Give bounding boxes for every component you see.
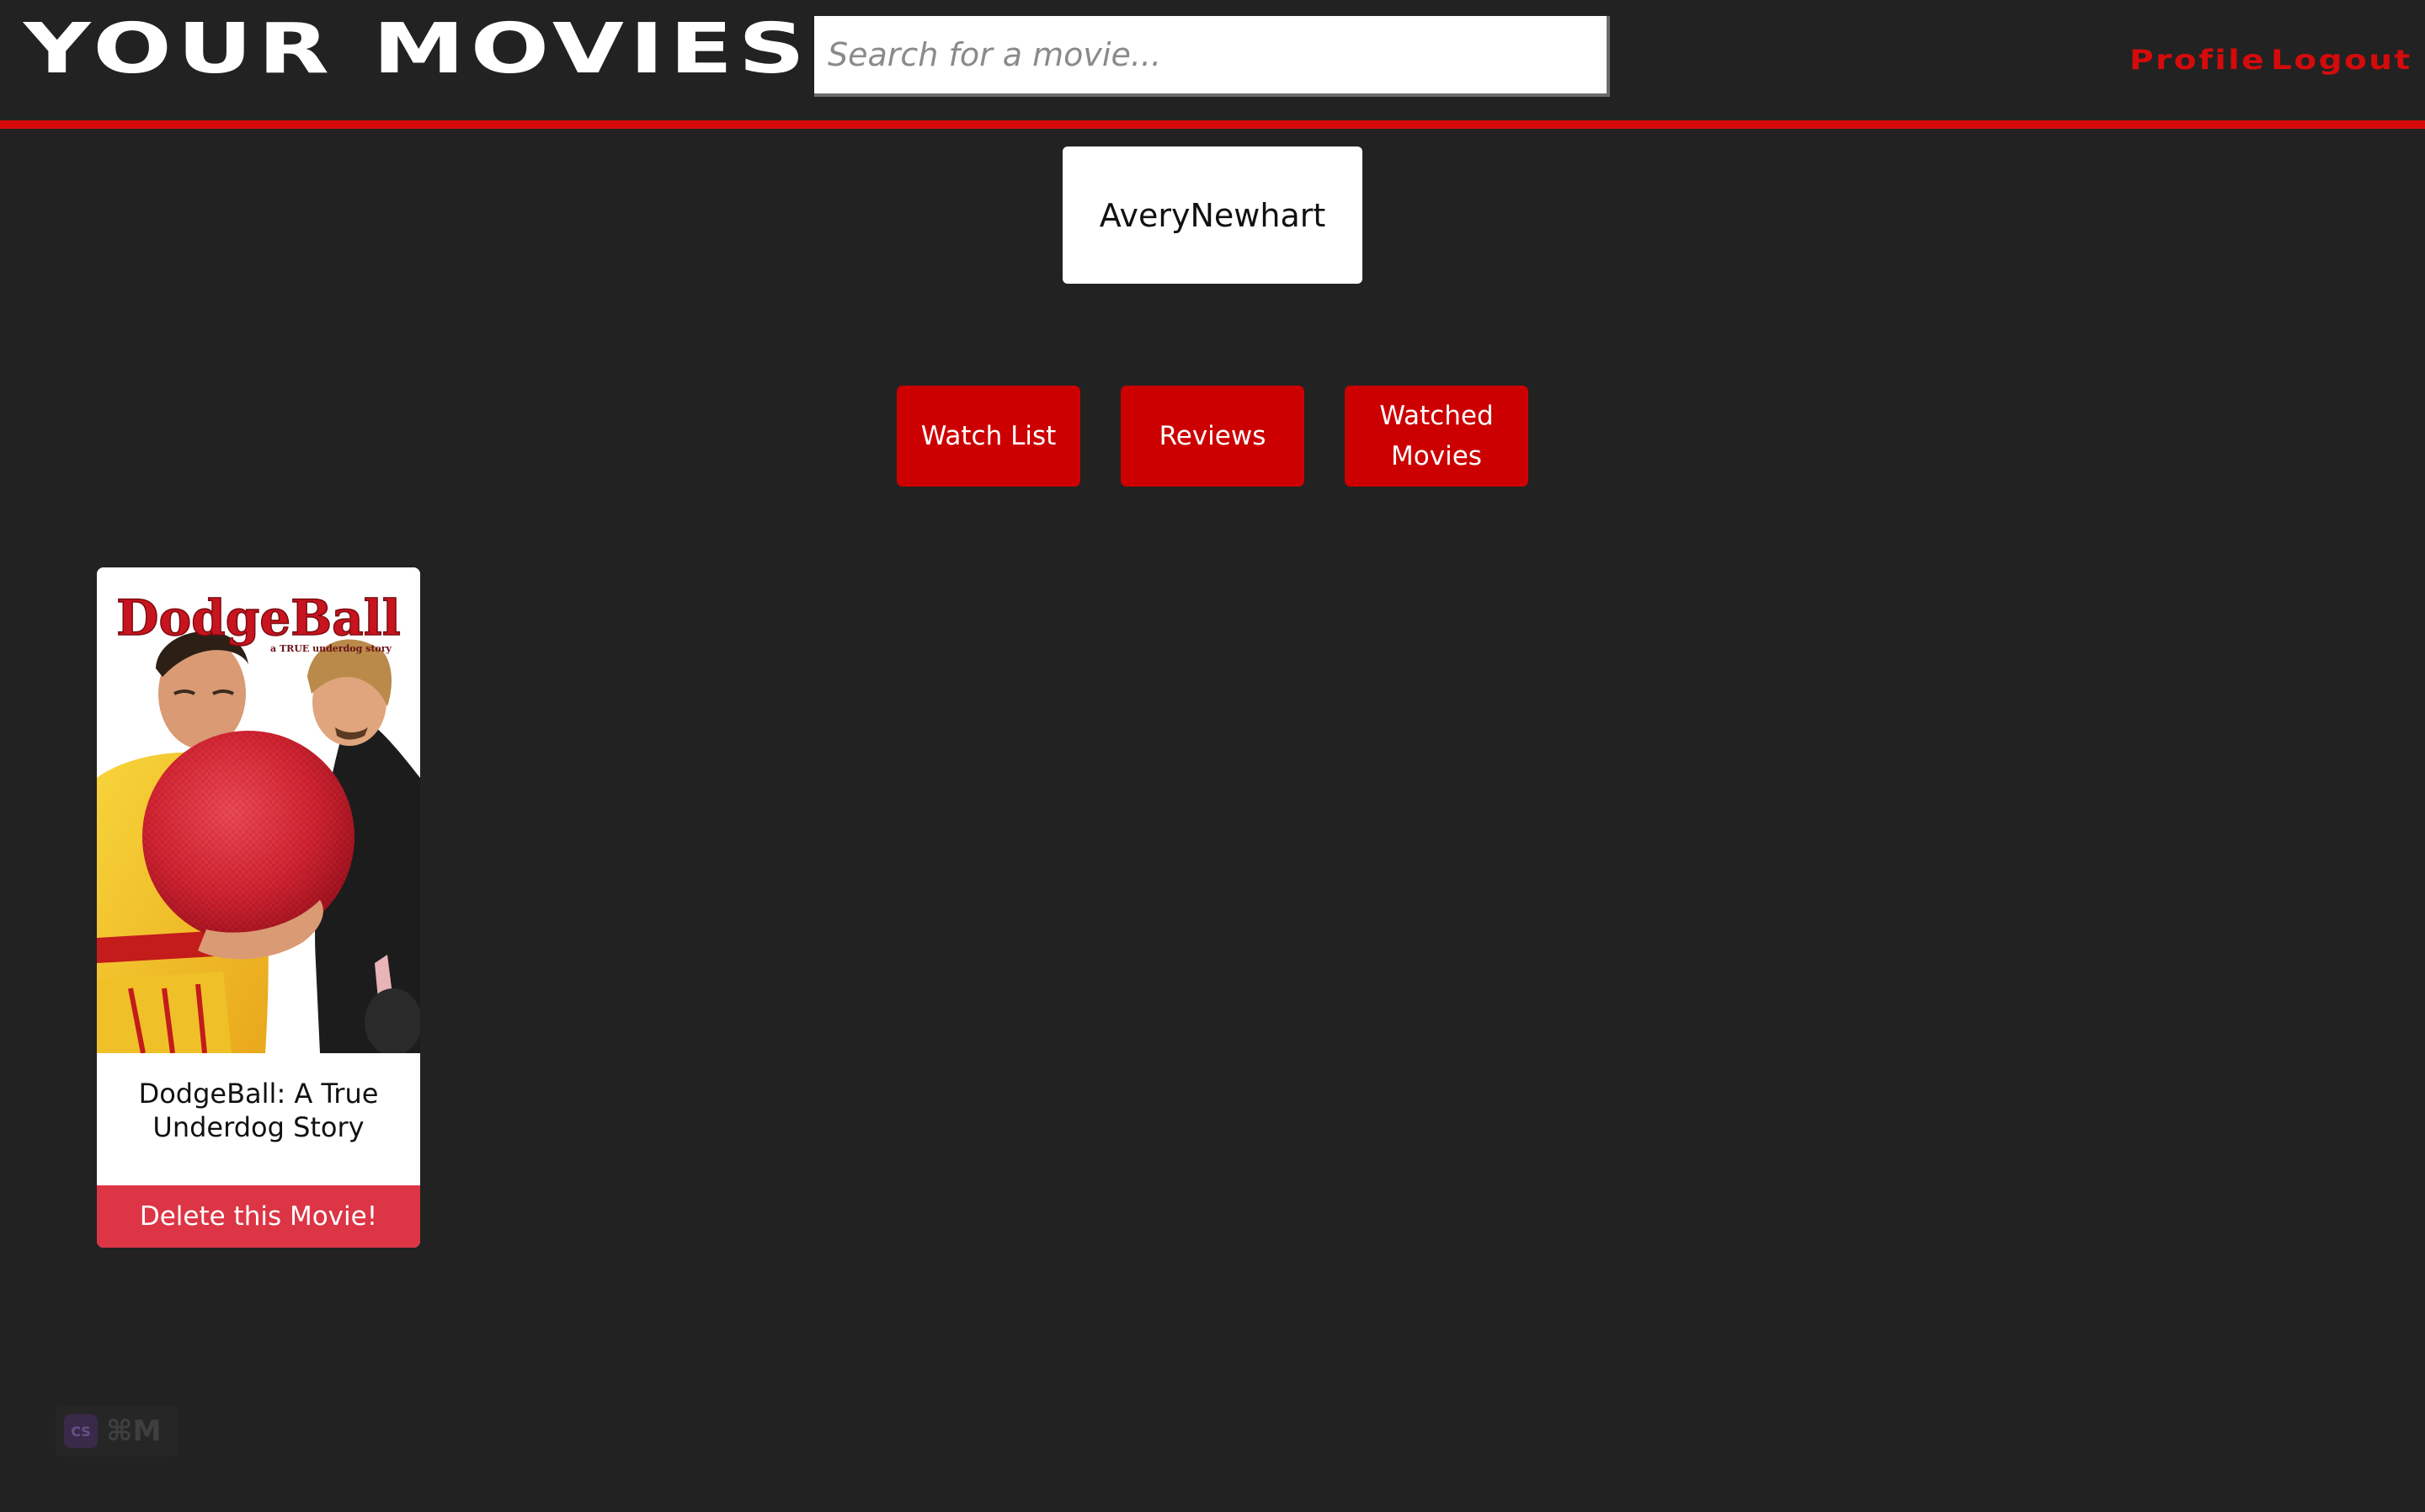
shortcut-text: ⌘M <box>106 1414 162 1448</box>
site-logo[interactable]: YOUR MOVIES <box>24 12 811 88</box>
movie-poster[interactable]: DodgeBall a TRUE underdog story <box>97 567 420 1053</box>
watched-movies-label: Watched Movies <box>1379 401 1494 471</box>
watched-movies-button[interactable]: Watched Movies <box>1345 386 1528 487</box>
header-bar: YOUR MOVIES Profile Logout <box>0 0 2425 129</box>
movie-title: DodgeBall: A True Underdog Story <box>138 1078 379 1143</box>
username-card: AveryNewhart <box>1063 146 1362 284</box>
shortcut-badge[interactable]: CS ⌘M <box>56 1406 179 1456</box>
poster-title: DodgeBall <box>116 589 401 647</box>
delete-movie-button[interactable]: Delete this Movie! <box>97 1185 420 1248</box>
movie-card: DodgeBall a TRUE underdog story DodgeBal… <box>97 567 420 1248</box>
page: YOUR MOVIES Profile Logout AveryNewhart … <box>0 0 2425 1512</box>
reviews-label: Reviews <box>1159 421 1266 451</box>
poster-tagline: a TRUE underdog story <box>270 643 392 654</box>
logout-link[interactable]: Logout <box>2271 39 2412 81</box>
extension-logo-icon: CS <box>64 1414 98 1448</box>
reviews-button[interactable]: Reviews <box>1121 386 1304 487</box>
search-input[interactable] <box>814 16 1610 97</box>
username: AveryNewhart <box>1099 196 1326 234</box>
watch-list-button[interactable]: Watch List <box>897 386 1080 487</box>
profile-link[interactable]: Profile <box>2129 39 2266 81</box>
watch-list-label: Watch List <box>920 421 1057 451</box>
